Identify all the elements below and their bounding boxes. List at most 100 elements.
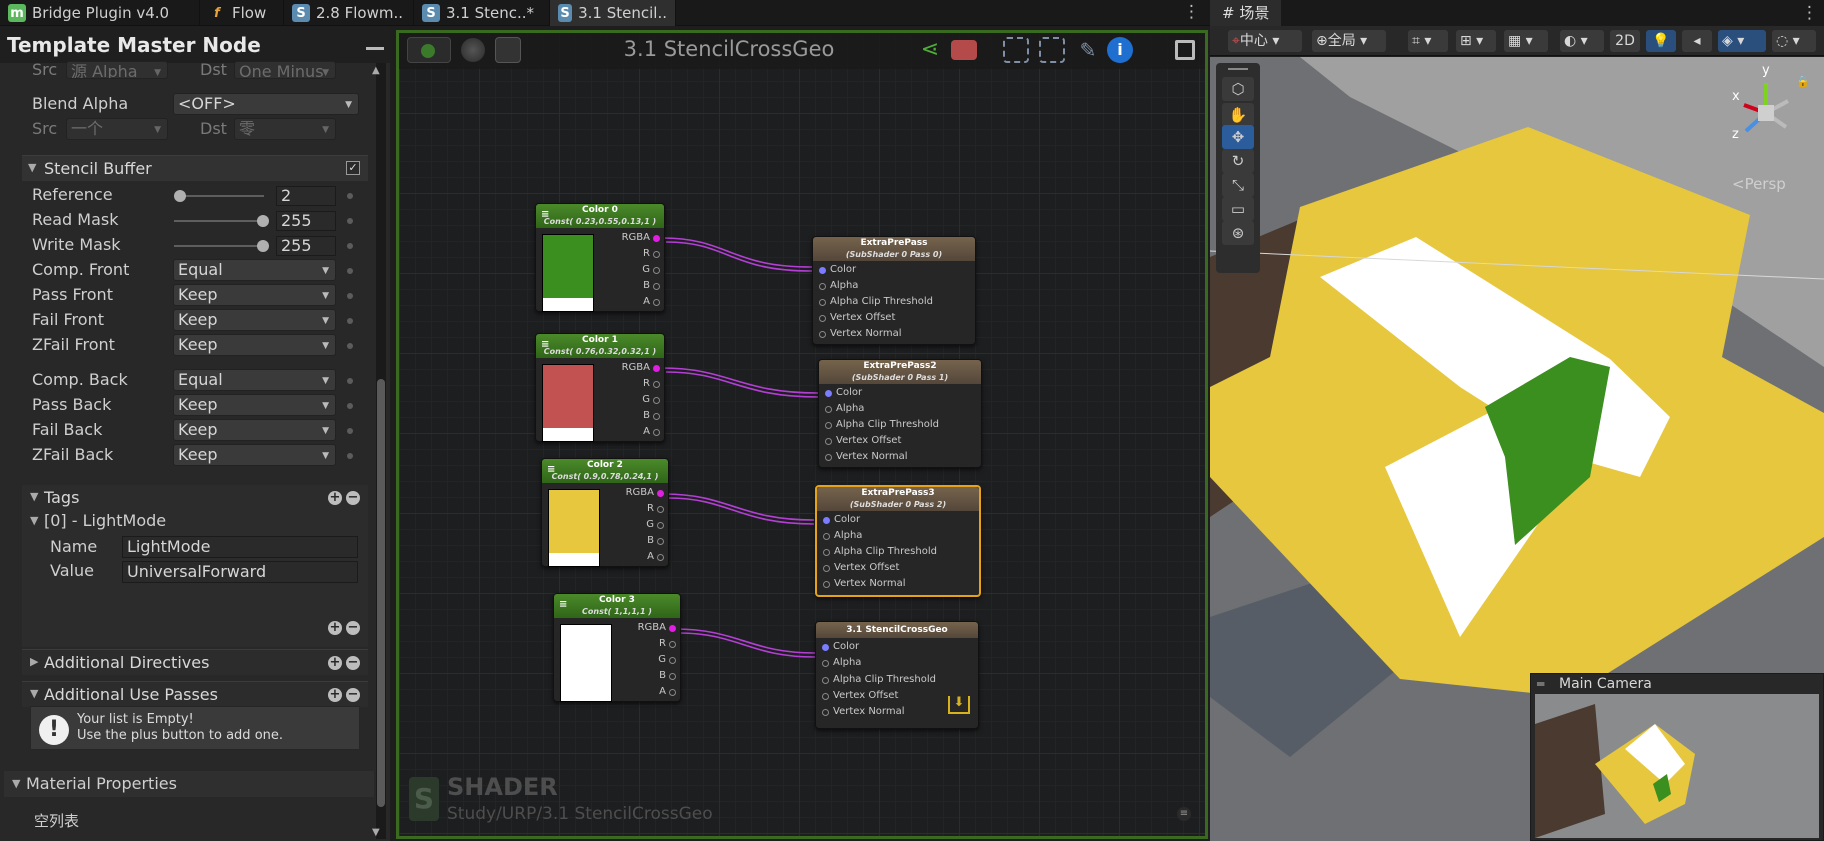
- collapse-triangle-icon[interactable]: ▼: [30, 490, 38, 503]
- hand-tool-icon[interactable]: ✋: [1222, 103, 1254, 127]
- input-port-color[interactable]: [825, 390, 832, 397]
- input-port-vertex-offset[interactable]: [819, 315, 826, 322]
- drag-handle-icon[interactable]: ═: [1537, 674, 1544, 694]
- grid-visibility-dropdown[interactable]: ▦ ▾: [1504, 30, 1548, 52]
- additional-use-passes-section[interactable]: ▼ Additional Use Passes + −: [22, 681, 368, 707]
- view-cube-icon[interactable]: ⬡: [1222, 77, 1254, 101]
- color-swatch[interactable]: [548, 489, 600, 567]
- output-port-b[interactable]: [653, 283, 660, 290]
- output-port-a[interactable]: [653, 299, 660, 306]
- input-port-vertex-offset[interactable]: [825, 438, 832, 445]
- tab-flowmap[interactable]: S 2.8 Flowm..: [284, 0, 414, 26]
- read-mask-slider-knob[interactable]: [257, 215, 269, 227]
- scroll-up-icon[interactable]: ▲: [372, 65, 380, 76]
- stencil-enable-checkbox[interactable]: ✓: [346, 161, 360, 175]
- orientation-gizmo[interactable]: y x z 🔒: [1726, 63, 1810, 165]
- node-menu-icon[interactable]: ≡: [547, 464, 555, 475]
- comp-back-dropdown[interactable]: Equal: [173, 369, 336, 391]
- gizmos-dropdown[interactable]: ◌ ▾: [1772, 30, 1816, 52]
- output-port-r[interactable]: [653, 381, 660, 388]
- transform-tool-icon[interactable]: ⊛: [1222, 221, 1254, 245]
- tab-flow[interactable]: f Flow: [200, 0, 284, 26]
- audio-toggle-icon[interactable]: ◂: [1682, 30, 1712, 52]
- input-port-color[interactable]: [823, 517, 830, 524]
- graph-menu-icon[interactable]: ≡: [1177, 807, 1191, 821]
- zfail-front-dropdown[interactable]: Keep: [173, 334, 336, 356]
- tab-stencil-active[interactable]: S 3.1 Stencil..: [550, 0, 676, 26]
- lock-icon[interactable]: 🔒: [1796, 75, 1810, 88]
- tab-bridge-plugin[interactable]: m Bridge Plugin v4.0: [0, 0, 200, 26]
- minimize-icon[interactable]: [366, 47, 384, 50]
- snap-grid-dropdown[interactable]: ⌗ ▾: [1408, 30, 1448, 52]
- fit-view-icon[interactable]: [1039, 37, 1065, 63]
- additional-directives-section[interactable]: ▶ Additional Directives + −: [22, 649, 368, 675]
- blend-src-dropdown[interactable]: 源 Alpha: [66, 61, 168, 79]
- pass-back-dropdown[interactable]: Keep: [173, 394, 336, 416]
- input-port-alpha-clip[interactable]: [822, 677, 829, 684]
- tag-name-field[interactable]: LightMode: [122, 536, 358, 558]
- input-port-color[interactable]: [819, 267, 826, 274]
- stencil-buffer-section[interactable]: ▼ Stencil Buffer ✓: [22, 155, 368, 181]
- color-node-header[interactable]: ≡ Color 0 Const( 0.23,0.55,0.13,1 ): [536, 204, 664, 228]
- fail-front-dropdown[interactable]: Keep: [173, 309, 336, 331]
- collapse-triangle-icon[interactable]: ▼: [30, 514, 38, 527]
- output-port-r[interactable]: [657, 506, 664, 513]
- add-icon[interactable]: +: [328, 656, 342, 670]
- focus-selection-icon[interactable]: [1003, 37, 1029, 63]
- color-node-1[interactable]: ≡ Color 1 Const( 0.76,0.32,0.32,1 ) RGBA R…: [535, 333, 665, 442]
- collapse-triangle-icon[interactable]: ▼: [28, 161, 36, 174]
- color-node-header[interactable]: ≡ Color 3 Const( 1,1,1,1 ): [554, 594, 680, 618]
- color-swatch[interactable]: [542, 234, 594, 312]
- lighting-toggle-icon[interactable]: 💡: [1646, 30, 1676, 52]
- input-port-vertex-normal[interactable]: [825, 454, 832, 461]
- color-node-2[interactable]: ≡ Color 2 Const( 0.9,0.78,0.24,1 ) RGBA R …: [541, 458, 669, 567]
- tab-stencil-modified[interactable]: S 3.1 Stenc..*: [414, 0, 550, 26]
- tag-value-field[interactable]: UniversalForward: [122, 561, 358, 583]
- pass-front-dropdown[interactable]: Keep: [173, 284, 336, 306]
- input-port-alpha-clip[interactable]: [823, 549, 830, 556]
- output-port-rgba[interactable]: [669, 625, 676, 632]
- maximize-icon[interactable]: [1175, 40, 1195, 60]
- color-node-header[interactable]: ≡ Color 1 Const( 0.76,0.32,0.32,1 ): [536, 334, 664, 358]
- scroll-down-icon[interactable]: ▼: [372, 827, 380, 838]
- output-port-rgba[interactable]: [657, 490, 664, 497]
- toggle-2d-button[interactable]: 2D: [1610, 30, 1640, 52]
- node-menu-icon[interactable]: ≡: [559, 599, 567, 610]
- draw-mode-dropdown[interactable]: ◐ ▾: [1560, 30, 1604, 52]
- remove-icon[interactable]: −: [346, 491, 360, 505]
- info-icon[interactable]: i: [1107, 37, 1133, 63]
- alpha-src-dropdown[interactable]: 一个: [66, 118, 168, 140]
- cleanup-broom-icon[interactable]: ✎: [1075, 37, 1101, 63]
- pass-node-header[interactable]: ExtraPrePass (SubShader 0 Pass 0): [813, 237, 975, 261]
- more-options-icon[interactable]: ⋮: [1183, 2, 1200, 22]
- input-port-vertex-normal[interactable]: [823, 581, 830, 588]
- move-tool-icon[interactable]: ✥: [1222, 125, 1254, 149]
- scene-tab[interactable]: # 场景: [1210, 0, 1282, 26]
- read-mask-field[interactable]: 255: [276, 211, 336, 231]
- input-port-vertex-offset[interactable]: [822, 693, 829, 700]
- output-port-g[interactable]: [669, 657, 676, 664]
- snap-increment-dropdown[interactable]: ⊞ ▾: [1456, 30, 1496, 52]
- write-mask-slider[interactable]: [174, 245, 264, 247]
- screenshot-icon[interactable]: [951, 40, 977, 60]
- scene-viewport[interactable]: ⬡ ✋ ✥ ↻ ⤡ ▭ ⊛ y x z �: [1210, 57, 1824, 841]
- input-port-alpha[interactable]: [822, 660, 829, 667]
- collapse-triangle-icon[interactable]: ▼: [30, 687, 38, 700]
- zfail-back-dropdown[interactable]: Keep: [173, 444, 336, 466]
- pass-node-0[interactable]: ExtraPrePass (SubShader 0 Pass 0) Color A…: [812, 236, 976, 345]
- input-port-alpha[interactable]: [823, 533, 830, 540]
- output-port-g[interactable]: [653, 267, 660, 274]
- output-port-a[interactable]: [653, 429, 660, 436]
- scale-tool-icon[interactable]: ⤡: [1222, 173, 1254, 197]
- output-port-a[interactable]: [657, 554, 664, 561]
- reference-slider-knob[interactable]: [174, 190, 186, 202]
- inspector-scrollbar[interactable]: [376, 63, 386, 839]
- input-port-alpha-clip[interactable]: [825, 422, 832, 429]
- pass-node-header[interactable]: ExtraPrePass2 (SubShader 0 Pass 1): [819, 360, 981, 384]
- tags-section[interactable]: ▼ Tags + −: [22, 485, 368, 511]
- blend-dst-dropdown[interactable]: One Minus: [234, 61, 336, 79]
- output-port-rgba[interactable]: [653, 235, 660, 242]
- blend-alpha-dropdown[interactable]: <OFF>: [173, 93, 359, 115]
- input-port-vertex-normal[interactable]: [819, 331, 826, 338]
- output-port-r[interactable]: [669, 641, 676, 648]
